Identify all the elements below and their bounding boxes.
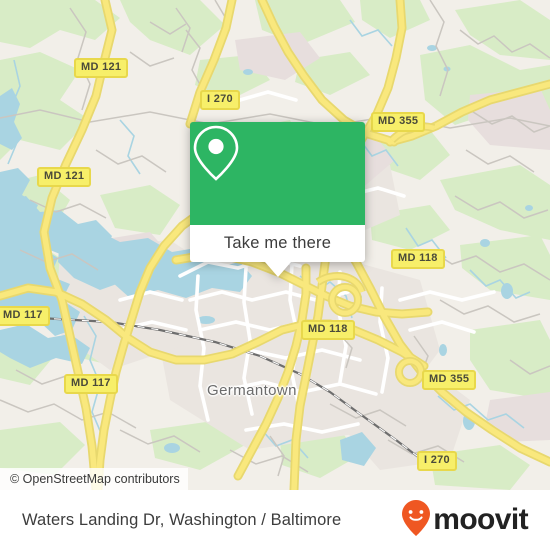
map-canvas[interactable]: Germantown MD 121 I 270 MD 355 MD 121 MD… [0, 0, 550, 490]
location-popup-card[interactable]: Take me there [190, 122, 365, 277]
road-shield-md118-east: MD 118 [391, 249, 445, 269]
map-attribution[interactable]: © OpenStreetMap contributors [0, 468, 188, 490]
popup-icon-area [190, 122, 365, 225]
location-title: Waters Landing Dr, Washington / Baltimor… [22, 510, 342, 529]
road-shield-md117-southwest: MD 117 [64, 374, 118, 394]
road-shield-md117-west: MD 117 [0, 306, 50, 326]
road-shield-i270-north: I 270 [200, 90, 240, 110]
popup-tail [264, 262, 291, 277]
bottom-bar: Waters Landing Dr, Washington / Baltimor… [0, 490, 550, 550]
screenshot-root: Germantown MD 121 I 270 MD 355 MD 121 MD… [0, 0, 550, 550]
road-shield-md355-southeast: MD 355 [422, 370, 477, 390]
place-label-germantown: Germantown [207, 382, 297, 399]
road-shield-md118-center: MD 118 [301, 320, 355, 340]
moovit-pin-smile-icon [401, 499, 431, 542]
road-shield-md121-north: MD 121 [74, 58, 129, 78]
moovit-wordmark: moovit [433, 503, 528, 536]
road-shield-md355-north: MD 355 [371, 112, 426, 132]
road-shield-md121-west: MD 121 [37, 167, 92, 187]
take-me-there-button[interactable]: Take me there [190, 225, 365, 262]
moovit-brand[interactable]: moovit [401, 499, 529, 542]
road-shield-i270-south: I 270 [417, 451, 457, 471]
